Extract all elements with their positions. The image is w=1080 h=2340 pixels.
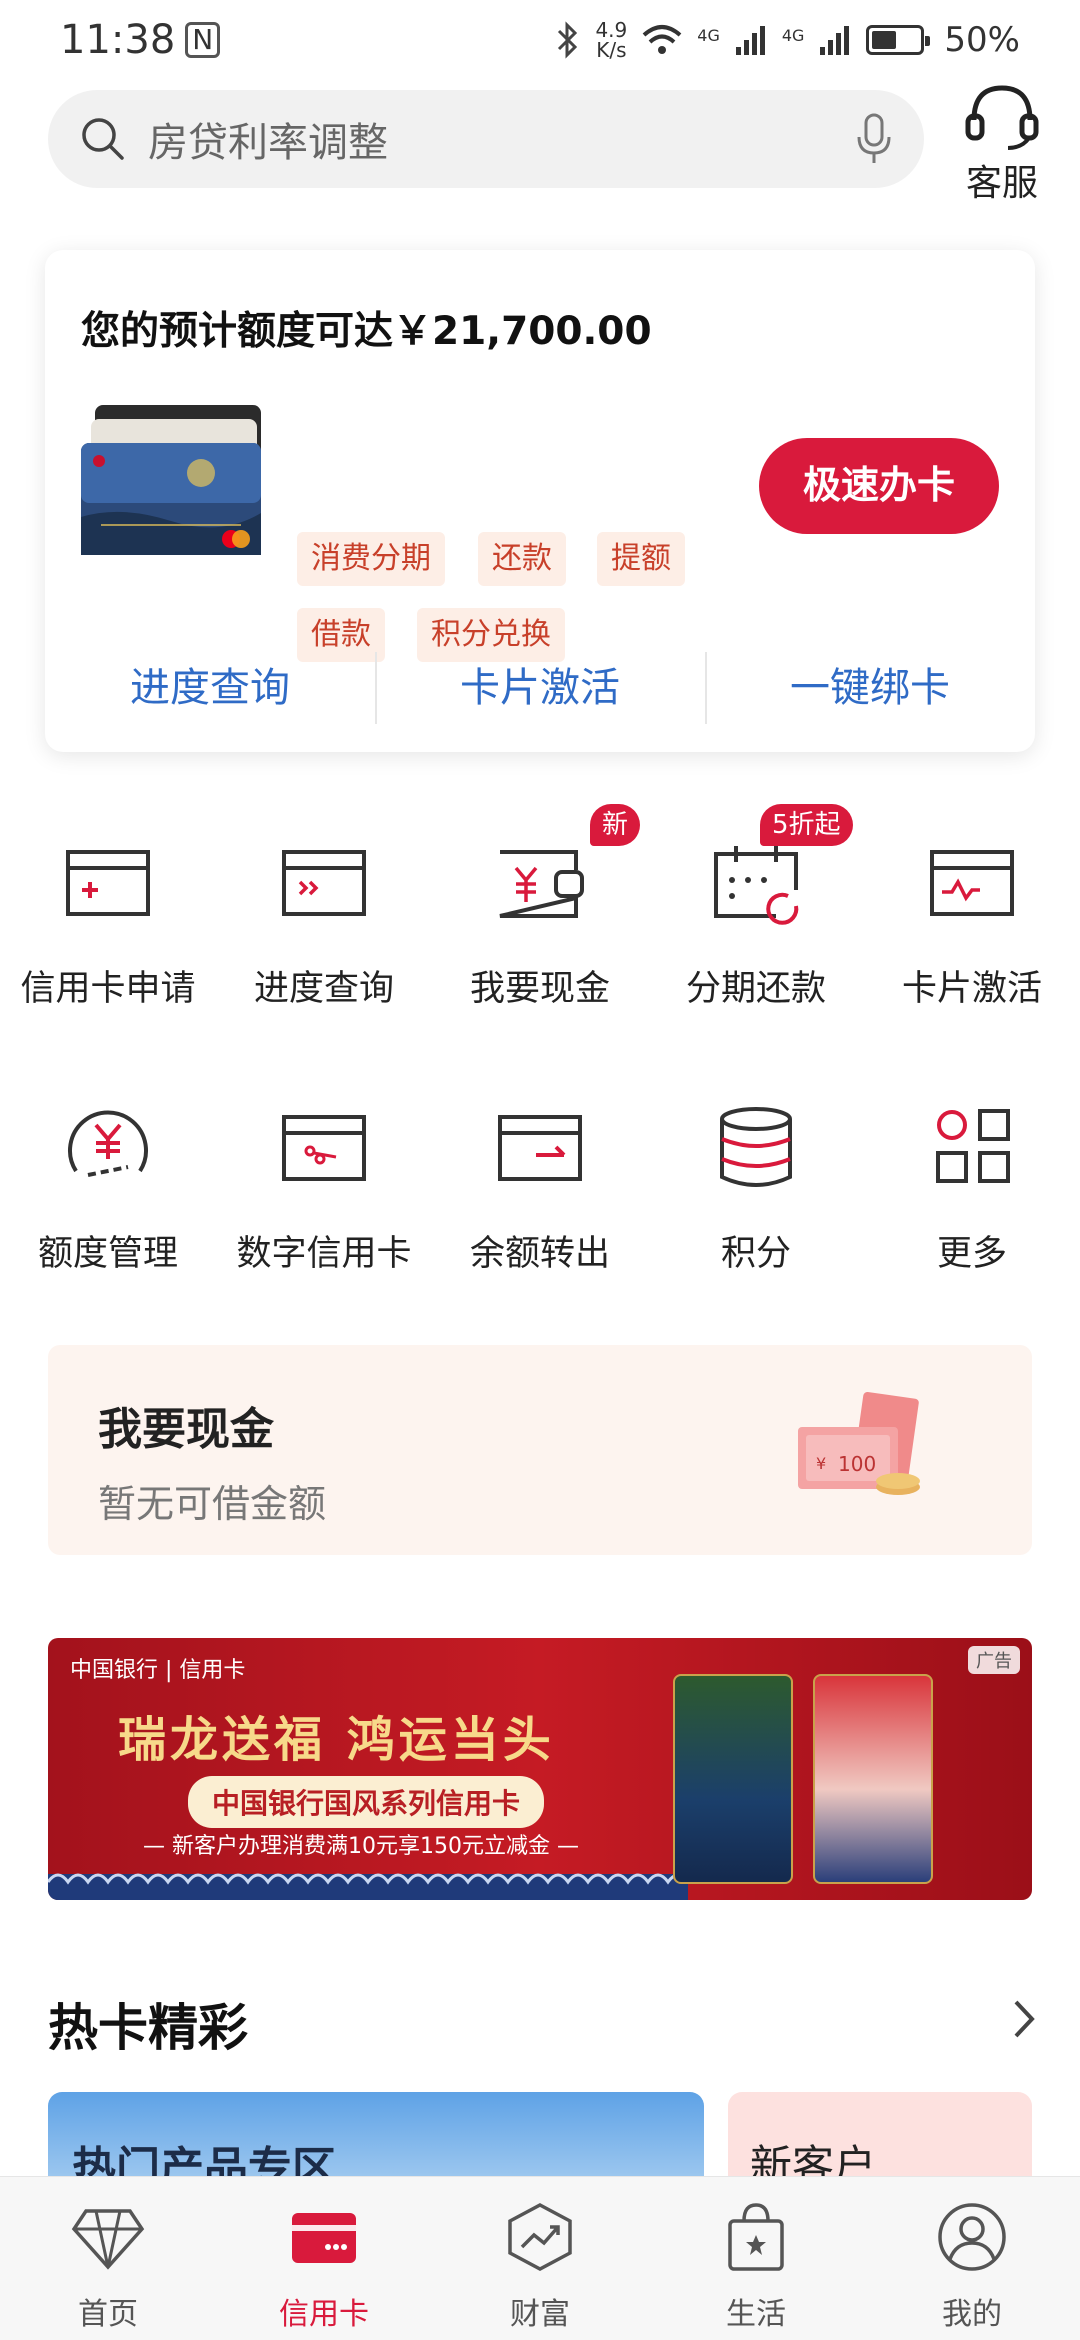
service-label: 我要现金 [469, 969, 610, 1009]
banner-waves [48, 1873, 688, 1900]
diamond-icon [71, 2209, 145, 2270]
service-label: 数字信用卡 [236, 1234, 412, 1274]
yuan-gauge-icon [58, 1105, 158, 1195]
ad-label: 广告 [968, 1646, 1020, 1674]
network-speed: 4.9 K/s [595, 18, 628, 62]
link-bind-card[interactable]: 一键绑卡 [705, 648, 1035, 728]
service-label: 卡片激活 [901, 969, 1042, 1009]
microphone-icon[interactable] [854, 111, 894, 167]
service-label: 额度管理 [37, 1234, 178, 1274]
tag-repay[interactable]: 还款 [478, 532, 566, 586]
banner-card-dragon [673, 1674, 793, 1884]
credit-card-image [81, 405, 265, 555]
bottom-nav: 首页 信用卡 财富 生活 我的 [0, 2176, 1080, 2340]
service-balance-transfer[interactable]: 余额转出 [432, 1105, 648, 1276]
discount-badge: 5折起 [760, 804, 853, 846]
service-label: 信用卡申请 [20, 969, 196, 1009]
headset-icon [965, 85, 1039, 150]
service-label: 积分 [720, 1234, 791, 1274]
banner-subtext: — 新客户办理消费满10元享150元立减金 — [143, 1834, 579, 1859]
money-note-symbol: ¥ [816, 1454, 826, 1473]
nav-mine[interactable]: 我的 [864, 2177, 1080, 2340]
credit-card-icon [292, 2213, 356, 2263]
chevron-right-icon[interactable] [1004, 1994, 1044, 2044]
nav-credit-card[interactable]: 信用卡 [216, 2177, 432, 2340]
search-placeholder: 房贷利率调整 [148, 120, 388, 166]
grid-more-icon [922, 1105, 1022, 1195]
search-bar[interactable]: 房贷利率调整 [48, 90, 924, 188]
signal-icon [735, 26, 765, 55]
banner-bank-logo: 中国银行 | 信用卡 [70, 1658, 246, 1683]
service-label: 更多 [936, 1234, 1007, 1274]
service-label: 分期还款 [685, 969, 826, 1009]
bluetooth-icon [558, 21, 578, 59]
service-card-activation[interactable]: 卡片激活 [864, 840, 1080, 1011]
new-badge: 新 [590, 804, 641, 846]
service-more[interactable]: 更多 [864, 1105, 1080, 1276]
battery-icon [866, 25, 931, 55]
signal-icon-2 [820, 26, 850, 55]
nav-home[interactable]: 首页 [0, 2177, 216, 2340]
wifi-icon [642, 25, 682, 54]
nav-wealth[interactable]: 财富 [432, 2177, 648, 2340]
network-label-2: 4G [781, 26, 805, 45]
nav-label: 生活 [726, 2297, 786, 2332]
service-label: 余额转出 [469, 1234, 610, 1274]
search-icon [82, 118, 124, 160]
money-note-value: 100 [838, 1452, 876, 1476]
link-card-activation[interactable]: 卡片激活 [375, 648, 705, 728]
tag-installment[interactable]: 消费分期 [297, 532, 445, 586]
status-bar: 11:38 N 4.9 K/s 4G 4G 50% [0, 0, 1080, 80]
credit-limit-text: 您的预计额度可达￥21,700.00 [81, 309, 652, 354]
tag-raise-limit[interactable]: 提额 [597, 532, 685, 586]
service-points[interactable]: 积分 [648, 1105, 864, 1276]
coin-stack-icon [706, 1105, 806, 1195]
nav-label: 首页 [78, 2297, 138, 2332]
banner-headline: 瑞龙送福 鸿运当头 [118, 1712, 555, 1768]
user-icon [938, 2203, 1006, 2271]
banner-pill: 中国银行国风系列信用卡 [188, 1776, 545, 1828]
service-cash[interactable]: 新 我要现金 [432, 804, 648, 1011]
nav-label: 财富 [510, 2297, 570, 2332]
service-digital-card[interactable]: 数字信用卡 [216, 1105, 432, 1276]
hot-cards-title: 热卡精彩 [48, 1999, 248, 2057]
cash-subtitle: 暂无可借金额 [98, 1482, 327, 1526]
credit-limit-panel: 您的预计额度可达￥21,700.00 消费分期 还款 提额 借款 积分兑换 极速… [45, 250, 1035, 752]
money-stack-icon: ¥ 100 [798, 1392, 920, 1495]
status-indicators: 4.9 K/s 4G 4G 50% [555, 20, 1020, 60]
cash-loan-card[interactable]: 我要现金 暂无可借金额 ¥ 100 [48, 1345, 1032, 1555]
calendar-refresh-icon [706, 840, 806, 930]
cash-title: 我要现金 [98, 1404, 274, 1455]
service-label: 进度查询 [253, 969, 394, 1009]
link-progress-query[interactable]: 进度查询 [45, 648, 375, 728]
nav-life[interactable]: 生活 [648, 2177, 864, 2340]
digital-card-icon [274, 1105, 374, 1195]
battery-percent: 50% [944, 20, 1020, 60]
service-limit-management[interactable]: 额度管理 [0, 1105, 216, 1276]
card-transfer-icon [490, 1105, 590, 1195]
service-progress-query[interactable]: 进度查询 [216, 840, 432, 1011]
shopping-bag-icon [728, 2203, 784, 2271]
wallet-yuan-icon [490, 840, 590, 930]
nav-label: 我的 [942, 2297, 1002, 2332]
wealth-chart-icon [508, 2203, 572, 2271]
quick-apply-button[interactable]: 极速办卡 [759, 438, 999, 534]
customer-service-label: 客服 [965, 163, 1038, 204]
banner-card-rabbit [813, 1674, 933, 1884]
card-plus-icon [58, 840, 158, 930]
service-installment-repay[interactable]: 5折起 分期还款 [648, 804, 864, 1011]
nfc-icon: N [185, 22, 221, 58]
card-activate-icon [922, 840, 1022, 930]
promo-banner[interactable]: 中国银行 | 信用卡 广告 瑞龙送福 鸿运当头 中国银行国风系列信用卡 — 新客… [48, 1638, 1032, 1900]
nav-label: 信用卡 [279, 2297, 369, 2332]
service-card-apply[interactable]: 信用卡申请 [0, 840, 216, 1011]
card-progress-icon [274, 840, 374, 930]
customer-service-button[interactable]: 客服 [952, 80, 1052, 206]
network-label-1: 4G [697, 26, 720, 45]
status-time: 11:38 [60, 17, 176, 63]
panel-quick-links: 进度查询 卡片激活 一键绑卡 [45, 648, 1035, 728]
